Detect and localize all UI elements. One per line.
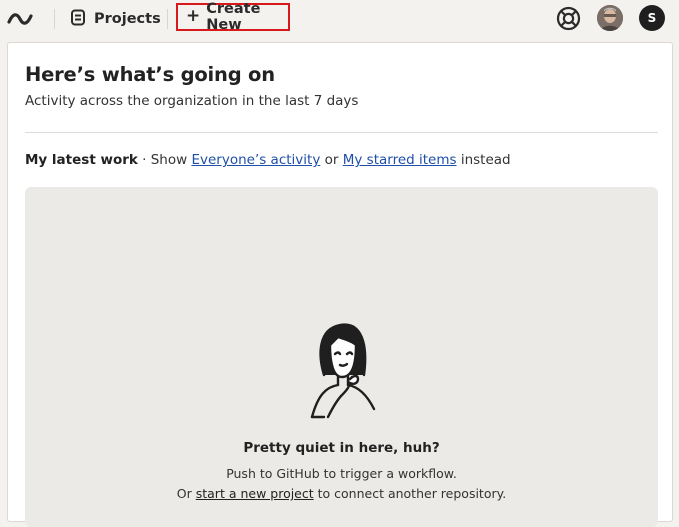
brand-logo-icon[interactable] xyxy=(6,7,34,31)
create-new-button[interactable]: + Create New xyxy=(176,1,290,33)
thinking-person-illustration xyxy=(310,323,376,419)
top-navigation-bar: Projects + Create New S xyxy=(0,0,679,37)
starred-items-link[interactable]: My starred items xyxy=(343,152,457,168)
page-subtitle: Activity across the organization in the … xyxy=(25,93,359,109)
empty-state-panel: Pretty quiet in here, huh? Push to GitHu… xyxy=(25,187,658,527)
nav-projects-link[interactable]: Projects xyxy=(70,7,161,31)
lifebuoy-icon[interactable] xyxy=(556,6,581,31)
user-avatar-initial[interactable]: S xyxy=(639,5,665,31)
create-new-label: Create New xyxy=(206,1,261,33)
projects-icon xyxy=(70,9,86,30)
empty-state-title: Pretty quiet in here, huh? xyxy=(243,440,440,456)
filter-separator: · Show xyxy=(137,152,192,168)
everyones-activity-link[interactable]: Everyone’s activity xyxy=(191,152,320,168)
user-avatar-photo[interactable] xyxy=(597,5,623,31)
filter-or: or xyxy=(320,152,343,168)
start-new-project-link[interactable]: start a new project xyxy=(196,486,314,501)
divider xyxy=(25,132,658,133)
page-title: Here’s what’s going on xyxy=(25,63,275,86)
filter-suffix: instead xyxy=(456,152,511,168)
empty-state-secondary: Or start a new project to connect anothe… xyxy=(25,486,658,501)
plus-icon: + xyxy=(186,6,201,26)
divider xyxy=(54,9,55,29)
empty-state-prefix: Or xyxy=(176,486,196,501)
divider xyxy=(167,9,168,29)
activity-card: Here’s what’s going on Activity across t… xyxy=(7,42,673,527)
nav-projects-label: Projects xyxy=(94,11,161,27)
empty-state-suffix: to connect another repository. xyxy=(313,486,507,501)
activity-filter: My latest work · Show Everyone’s activit… xyxy=(25,152,511,168)
empty-state-message: Push to GitHub to trigger a workflow. xyxy=(226,466,457,481)
filter-current: My latest work xyxy=(25,152,138,168)
